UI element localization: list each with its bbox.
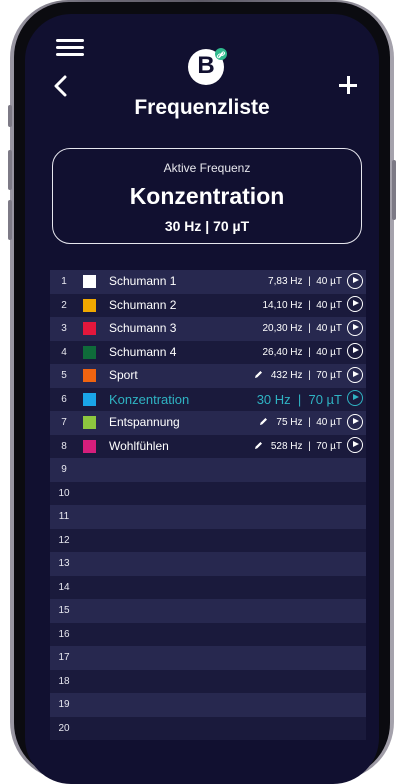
color-swatch [83, 439, 96, 453]
frequency-values: 26,40 Hz | 40 µT [262, 346, 342, 358]
list-item[interactable]: 7 Entspannung 75 Hz | 40 µT [50, 411, 366, 435]
frequency-values-wrap: 30 Hz | 70 µT [257, 388, 342, 412]
row-number: 19 [58, 699, 70, 710]
app-screen: B Frequenzliste Aktive Frequenz Konzentr… [25, 14, 379, 784]
row-number: 10 [58, 487, 70, 499]
frequency-values-wrap: 14,10 Hz | 40 µT [262, 294, 342, 318]
list-item[interactable]: 12 [50, 528, 366, 552]
play-icon[interactable] [347, 319, 363, 336]
row-number: 15 [58, 605, 70, 616]
play-icon[interactable] [347, 296, 363, 312]
frequency-values: 7,83 Hz | 40 µT [268, 276, 342, 287]
list-item[interactable]: 16 [50, 622, 366, 646]
frequency-values-wrap: 20,30 Hz | 40 µT [262, 317, 342, 341]
list-item[interactable]: 19 [50, 693, 366, 717]
list-item[interactable]: 6 Konzentration 30 Hz | 70 µT [50, 387, 366, 412]
color-swatch [83, 416, 96, 429]
frequency-name: Schumann 1 [109, 274, 177, 288]
frequency-values-wrap: 528 Hz | 70 µT [254, 435, 342, 459]
page-title: Frequenzliste [134, 96, 270, 119]
active-frequency-card: Aktive Frequenz Konzentration 30 Hz | 70… [52, 148, 362, 244]
frequency-name: Konzentration [109, 391, 190, 407]
link-badge-icon [215, 48, 227, 60]
color-swatch [83, 275, 96, 288]
side-button-volume-down [8, 200, 12, 240]
play-icon[interactable] [347, 413, 363, 430]
row-number: 6 [61, 393, 67, 405]
app-logo: B [188, 48, 227, 85]
row-number: 4 [61, 346, 67, 358]
list-item[interactable]: 9 [50, 458, 366, 482]
color-swatch [83, 345, 96, 359]
list-item[interactable]: 11 [50, 505, 366, 529]
color-swatch [83, 322, 96, 335]
play-icon[interactable] [347, 343, 363, 359]
frequency-values-wrap: 75 Hz | 40 µT [259, 411, 342, 435]
frequency-values-wrap: 26,40 Hz | 40 µT [262, 341, 342, 365]
row-number: 18 [58, 675, 70, 687]
hamburger-menu-icon[interactable] [56, 39, 84, 57]
row-number: 1 [61, 276, 67, 287]
row-number: 17 [58, 652, 70, 663]
row-number: 14 [58, 581, 70, 593]
frequency-name: Schumann 3 [109, 321, 177, 335]
list-item[interactable]: 20 [50, 716, 366, 740]
frequency-values-wrap: 432 Hz | 70 µT [254, 364, 342, 388]
active-frequency-name: Konzentration [129, 183, 285, 209]
list-item[interactable]: 14 [50, 575, 366, 599]
frequency-values: 432 Hz | 70 µT [270, 370, 342, 381]
row-number: 20 [58, 722, 70, 734]
row-number: 8 [61, 440, 67, 452]
row-number: 7 [61, 417, 67, 428]
row-number: 13 [58, 558, 70, 569]
row-number: 11 [58, 511, 70, 522]
row-number: 3 [61, 323, 67, 334]
list-item[interactable]: 10 [50, 481, 366, 505]
frequency-name: Wohlfühlen [109, 438, 169, 453]
row-number: 5 [61, 370, 67, 381]
play-icon[interactable] [347, 437, 363, 453]
active-frequency-values: 30 Hz | 70 µT [164, 218, 250, 234]
pencil-icon[interactable] [259, 412, 268, 425]
list-item[interactable]: 18 [50, 669, 366, 693]
list-item[interactable]: 15 [50, 599, 366, 623]
pencil-icon[interactable] [254, 365, 263, 378]
list-item[interactable]: 1 Schumann 1 7,83 Hz | 40 µT [50, 270, 366, 294]
row-number: 12 [58, 534, 70, 546]
frequency-list: 1 Schumann 1 7,83 Hz | 40 µT 2 Schumann 2 14,… [50, 270, 366, 740]
frequency-values-wrap: 7,83 Hz | 40 µT [268, 270, 342, 294]
frequency-values: 528 Hz | 70 µT [270, 440, 342, 452]
row-number: 2 [61, 299, 67, 311]
list-item[interactable]: 3 Schumann 3 20,30 Hz | 40 µT [50, 317, 366, 341]
side-button-power [392, 160, 396, 220]
pencil-icon[interactable] [254, 436, 263, 449]
frequency-name: Entspannung [109, 415, 180, 429]
play-icon[interactable] [347, 390, 363, 406]
frequency-values: 20,30 Hz | 40 µT [262, 323, 342, 334]
row-number: 16 [58, 628, 70, 640]
list-item[interactable]: 4 Schumann 4 26,40 Hz | 40 µT [50, 340, 366, 365]
frequency-values: 75 Hz | 40 µT [276, 417, 342, 428]
side-button-volume-up [8, 150, 12, 190]
color-swatch [83, 298, 96, 312]
list-item[interactable]: 17 [50, 646, 366, 670]
list-item[interactable]: 5 Sport 432 Hz | 70 µT [50, 364, 366, 388]
color-swatch [83, 369, 96, 382]
frequency-name: Sport [109, 368, 138, 382]
color-swatch [83, 392, 96, 406]
frequency-values: 30 Hz | 70 µT [256, 391, 342, 407]
list-item[interactable]: 8 Wohlfühlen 528 Hz | 70 µT [50, 434, 366, 459]
play-icon[interactable] [347, 272, 363, 289]
plus-icon[interactable] [339, 76, 357, 94]
frequency-name: Schumann 2 [109, 297, 177, 312]
active-frequency-label: Aktive Frequenz [163, 161, 251, 175]
list-item[interactable]: 2 Schumann 2 14,10 Hz | 40 µT [50, 293, 366, 318]
list-item[interactable]: 13 [50, 552, 366, 576]
play-icon[interactable] [347, 366, 363, 383]
frequency-name: Schumann 4 [109, 344, 177, 359]
side-button-mute [8, 105, 12, 127]
row-number: 9 [61, 464, 67, 475]
frequency-values: 14,10 Hz | 40 µT [262, 299, 342, 311]
